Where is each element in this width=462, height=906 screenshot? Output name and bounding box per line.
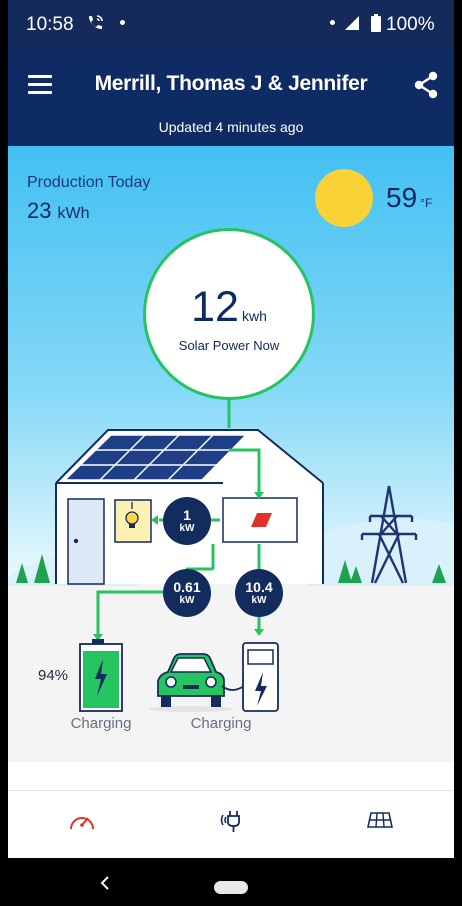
status-time: 10:58 (26, 14, 74, 35)
light-bulb-icon (114, 499, 152, 543)
share-icon[interactable] (413, 71, 439, 104)
home-flow-bubble: 1 kW (163, 497, 211, 545)
home-flow-value: 1 (183, 507, 191, 523)
battery-flow-bubble: 0.61 kW (163, 569, 211, 617)
battery-flow-unit: kW (179, 595, 195, 606)
home-battery-icon (79, 639, 123, 712)
app-screen: 10:58 100% Merrill, Thomas J & Jennifer (8, 0, 454, 906)
ev-status: Charging (190, 715, 252, 732)
nav-ev-charger[interactable] (212, 807, 252, 843)
battery-icon (371, 14, 381, 37)
notification-dot-icon (330, 20, 335, 25)
electric-car-icon (149, 653, 233, 712)
bottom-nav (8, 790, 454, 857)
nav-solar[interactable] (360, 807, 400, 843)
dashboard-gauge-icon (70, 817, 94, 830)
battery-status: Charging (70, 715, 132, 732)
wifi-calling-icon (86, 14, 104, 37)
ev-flow-value: 10.4 (245, 579, 273, 595)
account-title: Merrill, Thomas J & Jennifer (94, 72, 368, 95)
ev-charger-icon (242, 642, 279, 712)
home-flow-unit: kW (179, 523, 195, 534)
battery-percent-label: 94% (38, 667, 69, 684)
battery-percent: 100% (386, 14, 435, 35)
door-icon (67, 498, 105, 585)
energy-flow-scene: Production Today 23 kWh 59 °F 12 kwh Sol… (8, 146, 454, 762)
solar-power-number: 12 (191, 283, 239, 331)
solar-power-now-circle[interactable]: 12 kwh Solar Power Now (143, 228, 315, 400)
ev-flow-unit: kW (251, 595, 267, 606)
nav-dashboard[interactable] (62, 807, 102, 843)
last-updated-text: Updated 4 minutes ago (158, 119, 304, 135)
back-icon[interactable] (98, 875, 112, 896)
inverter-icon (222, 497, 298, 543)
solar-power-label: Solar Power Now (178, 338, 280, 353)
signal-icon (344, 15, 360, 36)
status-bar: 10:58 100% (8, 0, 454, 50)
solar-panel-icon (367, 812, 393, 828)
ev-charger-plug-icon (220, 811, 240, 832)
app-header: Merrill, Thomas J & Jennifer Updated 4 m… (8, 50, 454, 146)
ev-flow-bubble: 10.4 kW (235, 569, 283, 617)
solar-power-unit: kwh (241, 308, 267, 324)
battery-flow-value: 0.61 (173, 579, 201, 595)
home-pill-button[interactable] (214, 881, 248, 894)
solar-power-value: 12 kwh (146, 283, 312, 332)
notification-dot-icon (120, 20, 125, 25)
